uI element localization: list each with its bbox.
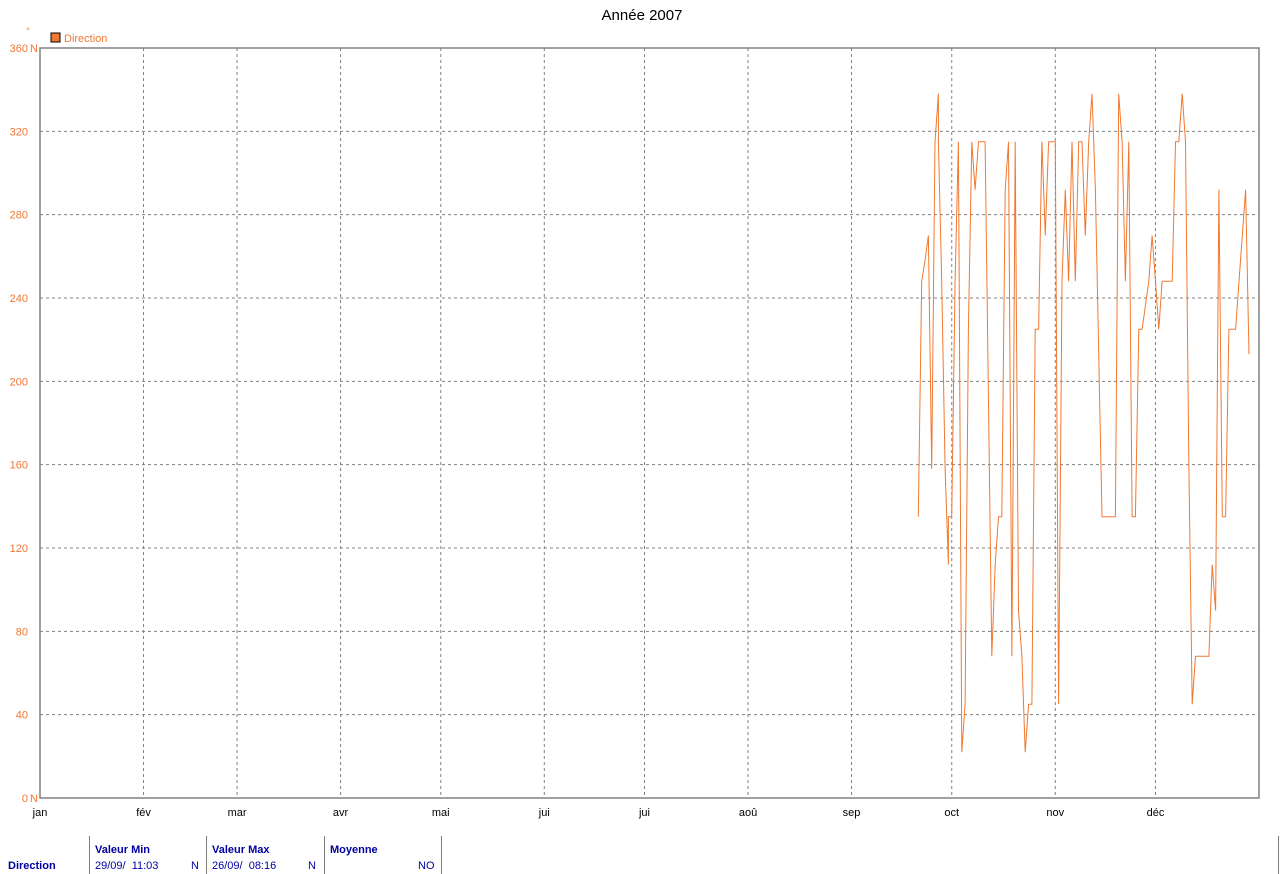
stats-header-max: Valeur Max [212, 844, 270, 856]
stats-col-end [441, 836, 443, 874]
stats-value-min: 29/09/ 11:03 [95, 860, 159, 872]
y-tick-label: 0 [22, 793, 28, 805]
x-tick-label: mar [228, 807, 247, 819]
x-tick-label: sep [843, 807, 861, 819]
stats-col-min: Valeur Min 29/09/ 11:03 N [89, 836, 206, 874]
x-tick-label: mai [432, 807, 450, 819]
x-tick-label: déc [1147, 807, 1165, 819]
stats-row-label: Direction [8, 860, 56, 872]
legend-swatch [50, 32, 61, 43]
series-line-direction [917, 93, 1250, 753]
y-tick-label: 320 [10, 126, 28, 138]
legend: Direction [50, 32, 107, 45]
x-tick-label: avr [333, 807, 349, 819]
x-tick-label: jan [32, 807, 48, 819]
stats-col-mean: Moyenne NO [324, 836, 441, 874]
y-tick-label: 200 [10, 376, 28, 388]
plot-frame [39, 47, 1260, 799]
legend-label: Direction [64, 33, 107, 45]
series-layer [917, 93, 1250, 753]
y-tick-label: 280 [10, 210, 28, 222]
y-tick-label: 360 [10, 43, 28, 55]
x-tick-label: oct [944, 807, 959, 819]
y-tick-label: 80 [16, 626, 28, 638]
y-tick-suffix: N [30, 43, 38, 55]
x-tick-label: jui [538, 807, 550, 819]
chart: Année 2007 ° Direction 0 N408012016020024… [10, 7, 1260, 819]
y-tick-label: 240 [10, 293, 28, 305]
y-axis: 0 N4080120160200240280320360 N [10, 43, 38, 805]
x-tick-label: jui [638, 807, 650, 819]
y-axis-unit: ° [26, 26, 30, 36]
x-tick-label: aoû [739, 807, 757, 819]
grid [40, 48, 1259, 798]
stats-header-min: Valeur Min [95, 844, 151, 856]
stats-cardinal-mean: NO [418, 860, 435, 872]
x-tick-label: fév [136, 807, 151, 819]
x-tick-label: nov [1046, 807, 1064, 819]
y-tick-label: 160 [10, 460, 28, 472]
stats-table: Direction Valeur Min 29/09/ 11:03 N Vale… [0, 836, 1280, 874]
stats-cardinal-min: N [191, 860, 199, 872]
chart-title: Année 2007 [602, 7, 683, 24]
stats-value-max: 26/09/ 08:16 [212, 860, 277, 872]
y-tick-label: 120 [10, 543, 28, 555]
stats-header-mean: Moyenne [330, 844, 378, 856]
y-tick-label: 40 [16, 710, 28, 722]
stats-cardinal-max: N [308, 860, 316, 872]
stats-col-max: Valeur Max 26/09/ 08:16 N [206, 836, 323, 874]
y-tick-suffix: N [30, 793, 38, 805]
x-axis: jan fév mar avr mai jui jui aoû sep oct nov déc [32, 807, 1165, 819]
